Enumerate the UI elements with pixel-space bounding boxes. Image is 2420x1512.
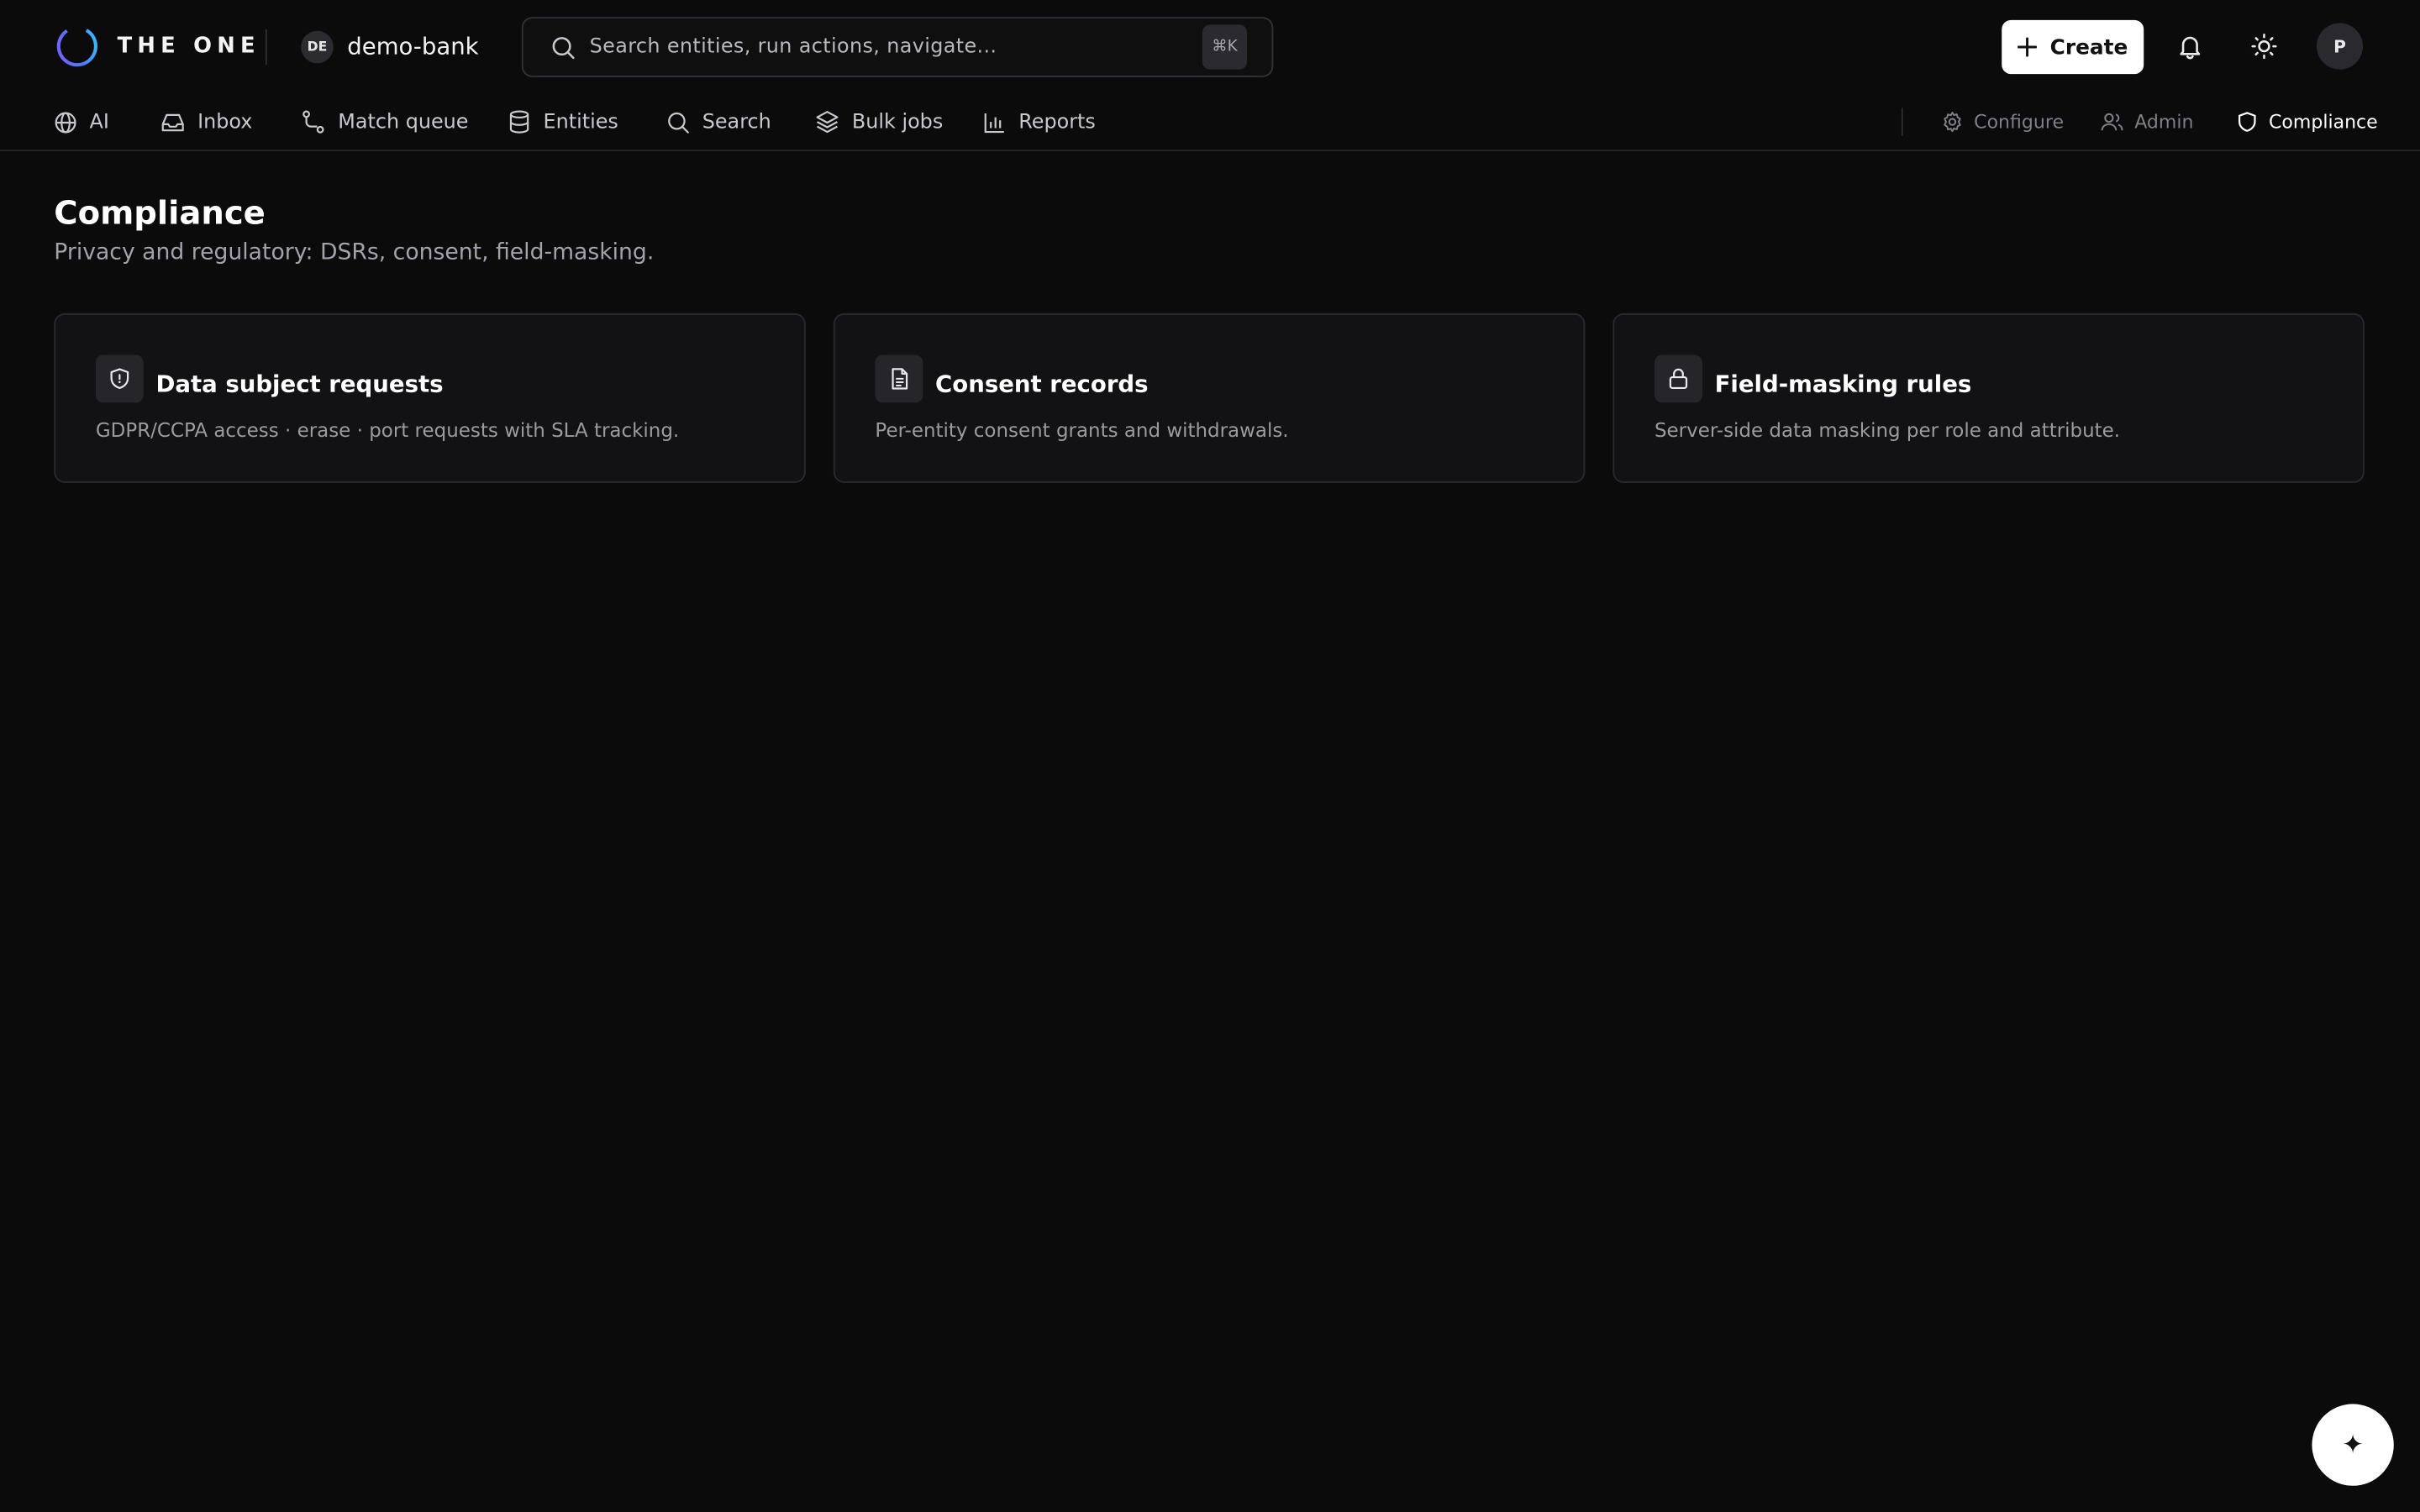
card-data-subject-requests[interactable]: Data subject requests GDPR/CCPA access ·… — [54, 312, 806, 483]
logo-icon[interactable] — [55, 24, 98, 67]
nav-item-label: AI — [89, 110, 109, 134]
brand-name: THE ONE — [117, 34, 260, 59]
nav-item-compliance[interactable]: Compliance — [2236, 105, 2378, 139]
sun-icon — [2251, 34, 2277, 60]
nav-item-reports[interactable]: Reports — [983, 105, 1096, 139]
search-icon — [552, 37, 575, 60]
workspace-badge[interactable]: DE — [301, 30, 334, 64]
main-nav: AI Inbox Match queue Entities Search Bul… — [0, 92, 2420, 151]
card-title: Consent records — [935, 370, 1149, 398]
nav-item-label: Admin — [2134, 111, 2194, 133]
bar-chart-icon — [984, 113, 1004, 133]
nav-item-admin[interactable]: Admin — [2101, 105, 2194, 139]
document-icon — [875, 354, 923, 403]
nav-item-label: Compliance — [2269, 111, 2378, 133]
create-button-label: Create — [2049, 34, 2128, 60]
card-field-masking-rules[interactable]: Field-masking rules Server-side data mas… — [1612, 312, 2365, 483]
sparkle-icon: ✦ — [2342, 1429, 2365, 1461]
search-input[interactable]: Search entities, run actions, navigate..… — [590, 33, 997, 64]
command-search[interactable]: Search entities, run actions, navigate..… — [521, 17, 1274, 77]
card-description: GDPR/CCPA access · erase · port requests… — [95, 417, 680, 442]
create-button[interactable]: Create — [2002, 19, 2144, 75]
nav-item-label: Reports — [1018, 110, 1096, 134]
lock-icon — [1654, 354, 1702, 403]
nav-item-label: Match queue — [338, 110, 469, 134]
layers-icon — [816, 111, 839, 134]
nav-item-label: Configure — [1974, 111, 2065, 133]
gear-icon — [1944, 112, 1961, 133]
app-root: THE ONE DE demo-bank Search entities, ru… — [0, 0, 2420, 1512]
nav-item-label: Search — [702, 110, 771, 134]
nav-item-label: Inbox — [197, 110, 253, 134]
nav-item-ai[interactable]: AI — [54, 105, 109, 139]
nav-item-configure[interactable]: Configure — [1942, 105, 2064, 139]
page-title: Compliance — [54, 194, 266, 232]
search-icon — [668, 111, 689, 133]
shortcut-hint: ⌘K — [1202, 24, 1248, 70]
card-consent-records[interactable]: Consent records Per-entity consent grant… — [833, 312, 1586, 483]
card-description: Server-side data masking per role and at… — [1654, 417, 2121, 442]
route-icon — [302, 110, 324, 134]
users-icon — [2101, 113, 2123, 131]
nav-item-search[interactable]: Search — [666, 105, 771, 139]
header-divider — [265, 29, 267, 66]
nav-item-entities[interactable]: Entities — [508, 105, 618, 139]
card-title: Field-masking rules — [1714, 370, 1972, 398]
nav-divider — [1901, 108, 1903, 136]
card-description: Per-entity consent grants and withdrawal… — [875, 417, 1289, 442]
workspace-name[interactable]: demo-bank — [347, 31, 478, 62]
card-title: Data subject requests — [155, 370, 444, 398]
nav-item-match-queue[interactable]: Match queue — [301, 105, 469, 139]
database-icon — [509, 110, 529, 134]
shield-icon — [95, 354, 144, 403]
user-avatar[interactable]: P — [2316, 23, 2364, 70]
notifications-button[interactable] — [2167, 24, 2213, 70]
ai-assistant-button[interactable]: ✦ — [2312, 1404, 2394, 1486]
inbox-icon — [161, 113, 184, 131]
nav-item-bulk-jobs[interactable]: Bulk jobs — [815, 105, 944, 139]
shield-icon — [2238, 112, 2256, 132]
theme-toggle-button[interactable] — [2241, 24, 2287, 70]
bell-icon — [2180, 36, 2201, 60]
plus-icon — [2018, 37, 2038, 57]
nav-item-label: Entities — [543, 110, 618, 134]
top-bar: THE ONE DE demo-bank Search entities, ru… — [0, 0, 2420, 92]
nav-item-inbox[interactable]: Inbox — [160, 105, 252, 139]
globe-icon — [55, 111, 76, 133]
page-subtitle: Privacy and regulatory: DSRs, consent, f… — [54, 240, 655, 265]
nav-item-label: Bulk jobs — [851, 110, 944, 134]
